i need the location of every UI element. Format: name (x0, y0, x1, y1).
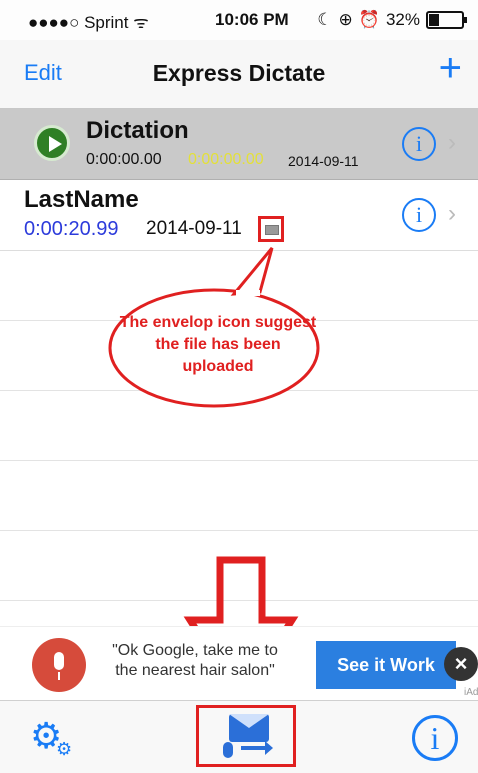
dictate-send-mail-icon[interactable] (196, 705, 296, 767)
mail-icon (229, 714, 269, 742)
ad-banner[interactable]: "Ok Google, take me to the nearest hair … (0, 626, 478, 701)
arrow-right-icon (241, 741, 273, 755)
iad-label: iAd (464, 687, 478, 698)
callout-text: The envelop icon suggest the file has be… (119, 314, 317, 375)
microphone-icon (32, 638, 86, 692)
settings-small-gear-icon: ⚙ (56, 739, 73, 759)
see-it-work-button[interactable]: See it Work (316, 641, 456, 689)
microphone-icon (223, 742, 233, 758)
close-ad-button[interactable]: × (444, 647, 478, 681)
ad-text: "Ok Google, take me to the nearest hair … (112, 642, 278, 679)
tab-bar: ⚙ ⚙ i (0, 700, 478, 773)
info-icon[interactable]: i (412, 715, 458, 761)
